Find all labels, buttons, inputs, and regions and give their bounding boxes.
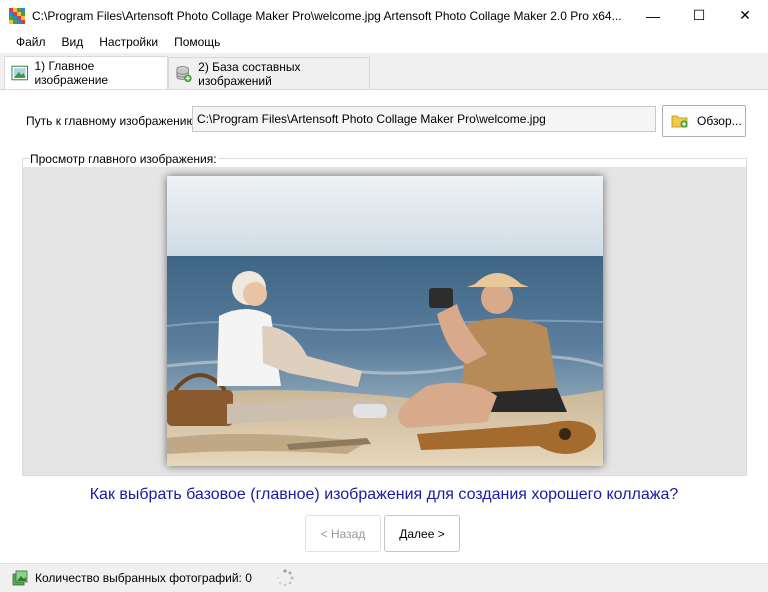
tab-image-database-label: 2) База составных изображений [198, 59, 301, 88]
status-bar: Количество выбранных фотографий: 0 [0, 563, 768, 592]
database-add-icon [176, 65, 192, 82]
menu-view[interactable]: Вид [54, 31, 92, 53]
preview-label: Просмотр главного изображения: [30, 152, 219, 166]
menu-settings[interactable]: Настройки [91, 31, 166, 53]
maximize-icon: ☐ [692, 7, 706, 23]
status-photo-count: Количество выбранных фотографий: 0 [35, 571, 252, 585]
help-link[interactable]: Как выбрать базовое (главное) изображени… [0, 486, 768, 504]
close-icon: ✕ [739, 7, 751, 23]
preview-area [23, 167, 746, 475]
close-button[interactable]: ✕ [722, 0, 768, 31]
maximize-button[interactable]: ☐ [676, 0, 722, 31]
browse-button[interactable]: Обзор... [662, 105, 746, 137]
tab-main-image-label: 1) Главное изображение [34, 59, 109, 87]
next-button[interactable]: Далее > [384, 515, 460, 552]
path-label: Путь к главному изображению: [26, 114, 199, 128]
main-image-preview [167, 176, 603, 466]
window-title: C:\Program Files\Artensoft Photo Collage… [32, 8, 622, 23]
back-button[interactable]: < Назад [305, 515, 381, 552]
title-bar: C:\Program Files\Artensoft Photo Collage… [0, 0, 768, 31]
browse-button-label: Обзор... [697, 114, 742, 128]
tab-strip: 1) Главное изображение 2) База составных… [0, 53, 768, 90]
photos-icon [12, 570, 28, 586]
image-icon [11, 65, 28, 81]
beach-photo [167, 176, 603, 466]
menu-file[interactable]: Файл [0, 31, 54, 53]
minimize-icon: — [646, 7, 660, 24]
path-input[interactable]: C:\Program Files\Artensoft Photo Collage… [192, 106, 656, 132]
menu-help[interactable]: Помощь [166, 31, 228, 53]
loading-spinner-icon [276, 569, 294, 587]
minimize-button[interactable]: — [630, 0, 676, 31]
folder-add-icon [671, 115, 688, 128]
app-logo-icon [9, 7, 25, 24]
tab-main-image[interactable]: 1) Главное изображение [4, 56, 168, 89]
menu-bar: Файл Вид Настройки Помощь [0, 31, 768, 53]
tab-image-database[interactable]: 2) База составных изображений [168, 57, 370, 89]
main-panel: Путь к главному изображению: C:\Program … [0, 90, 768, 563]
